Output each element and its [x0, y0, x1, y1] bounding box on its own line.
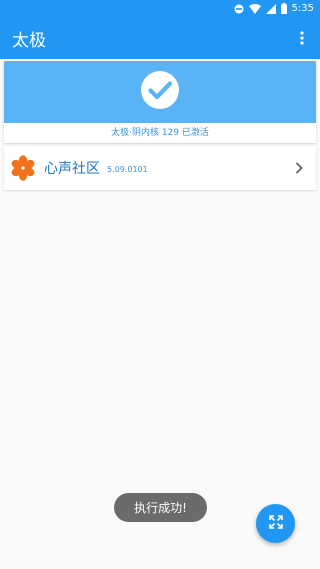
- module-version: 5.09.0101: [107, 165, 148, 174]
- status-bar: 5:35: [0, 0, 320, 17]
- module-list-item[interactable]: 心声社区 5.09.0101: [4, 146, 316, 190]
- more-vert-icon[interactable]: [290, 26, 314, 50]
- framework-status-text: 太极·阴内核 129 已激活: [111, 128, 209, 138]
- check-circle-icon: [140, 70, 180, 114]
- toast-message: 执行成功!: [114, 493, 207, 522]
- app-bar: 太极: [0, 17, 320, 59]
- flower-logo-icon: [10, 155, 36, 181]
- app-title: 太极: [12, 30, 46, 51]
- wifi-icon: [248, 3, 261, 14]
- expand-fab-button[interactable]: [256, 504, 295, 543]
- status-banner: [4, 61, 316, 123]
- framework-status-card[interactable]: 太极·阴内核 129 已激活: [4, 61, 316, 143]
- signal-icon: [265, 3, 276, 14]
- chevron-right-icon[interactable]: [292, 161, 306, 175]
- module-name: 心声社区: [44, 161, 100, 177]
- status-time: 5:35: [291, 3, 314, 14]
- expand-icon: [268, 514, 284, 534]
- do-not-disturb-icon: [234, 4, 244, 14]
- battery-icon: [280, 3, 287, 14]
